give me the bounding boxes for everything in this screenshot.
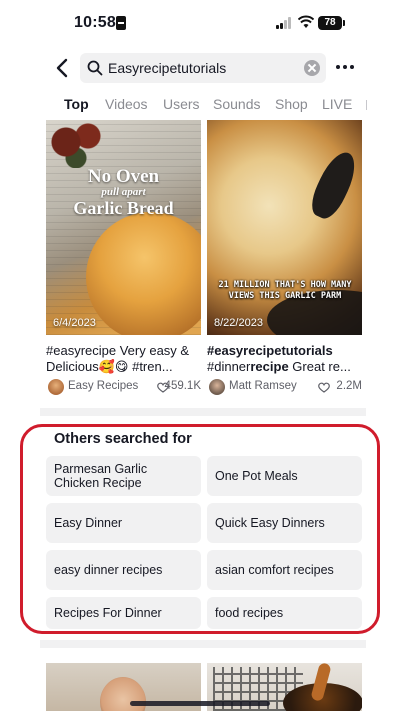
hashtag-highlight: #easyrecipe [207, 343, 282, 358]
video-description[interactable]: #easyrecipetutorials #dinnerrecipe Great… [207, 343, 362, 375]
tab-users[interactable]: Users [163, 96, 200, 112]
author-name[interactable]: Easy Recipes [68, 380, 138, 392]
related-search-chip[interactable]: food recipes [207, 597, 362, 629]
hashtag-text: #dinner [207, 359, 251, 374]
related-search-chip[interactable]: Parmesan Garlic Chicken Recipe [46, 456, 201, 496]
search-icon [87, 60, 103, 76]
tab-overflow-indicator [366, 100, 367, 110]
heart-icon [318, 382, 330, 393]
section-divider [40, 408, 366, 416]
home-indicator[interactable] [130, 701, 270, 706]
related-search-chip[interactable]: One Pot Meals [207, 456, 362, 496]
others-searched-title: Others searched for [54, 431, 192, 447]
related-search-chip[interactable]: easy dinner recipes [46, 550, 201, 590]
search-tabs: Top Videos Users Sounds Shop LIVE [0, 94, 400, 118]
author-avatar[interactable] [209, 379, 225, 395]
video-card[interactable]: 21 MILLION THAT'S HOW MANY VIEWS THIS GA… [207, 120, 362, 398]
hashtag-highlight: recipe [250, 359, 289, 374]
related-search-chip[interactable]: Quick Easy Dinners [207, 503, 362, 543]
author-name[interactable]: Matt Ramsey [229, 380, 297, 392]
video-thumbnail[interactable]: 21 MILLION THAT'S HOW MANY VIEWS THIS GA… [207, 120, 362, 335]
related-search-chip[interactable]: asian comfort recipes [207, 550, 362, 590]
cellular-signal-icon [276, 17, 294, 29]
like-count: 2.2M [336, 380, 362, 392]
thumbnail-title: Garlic Bread [73, 198, 174, 218]
search-input[interactable] [108, 53, 298, 83]
like-count: 459.1K [164, 380, 201, 392]
tab-top[interactable]: Top [64, 96, 89, 112]
status-time: 10:58 [74, 14, 116, 31]
video-description[interactable]: #easyrecipe Very easy & Delicious🥰😋 #tre… [46, 343, 201, 375]
video-meta: Easy Recipes 459.1K [46, 378, 201, 398]
video-meta: Matt Ramsey 2.2M [207, 378, 362, 398]
tab-shop[interactable]: Shop [275, 96, 308, 112]
wifi-icon [298, 15, 314, 28]
tab-sounds[interactable]: Sounds [213, 96, 260, 112]
related-search-chip[interactable]: Recipes For Dinner [46, 597, 201, 629]
video-thumbnail[interactable]: No Oven pull apart Garlic Bread 6/4/2023 [46, 120, 201, 335]
thumbnail-caption: 21 MILLION THAT'S HOW MANY VIEWS THIS GA… [218, 280, 352, 301]
hashtag-highlight: tutorials [281, 343, 333, 358]
author-avatar[interactable] [48, 379, 64, 395]
thumbnail-subtitle: pull apart [101, 186, 146, 198]
battery-icon: 78 [318, 16, 345, 30]
focus-mode-icon [116, 16, 126, 30]
description-text: Great re... [288, 359, 351, 374]
section-divider [40, 640, 366, 648]
back-arrow-icon[interactable] [54, 58, 72, 78]
status-bar: 10:58 78 [0, 0, 400, 46]
video-card[interactable]: No Oven pull apart Garlic Bread 6/4/2023… [46, 120, 201, 398]
tab-videos[interactable]: Videos [105, 96, 148, 112]
related-search-chip[interactable]: Easy Dinner [46, 503, 201, 543]
search-bar[interactable] [80, 53, 326, 83]
thumbnail-title: No Oven [87, 166, 160, 187]
tab-live[interactable]: LIVE [322, 96, 352, 112]
more-options-icon[interactable] [336, 62, 354, 72]
roses-decoration [46, 120, 116, 168]
spoon-image [305, 146, 362, 224]
clear-search-icon[interactable] [304, 60, 320, 76]
video-date: 8/22/2023 [214, 317, 263, 329]
video-date: 6/4/2023 [53, 317, 96, 329]
